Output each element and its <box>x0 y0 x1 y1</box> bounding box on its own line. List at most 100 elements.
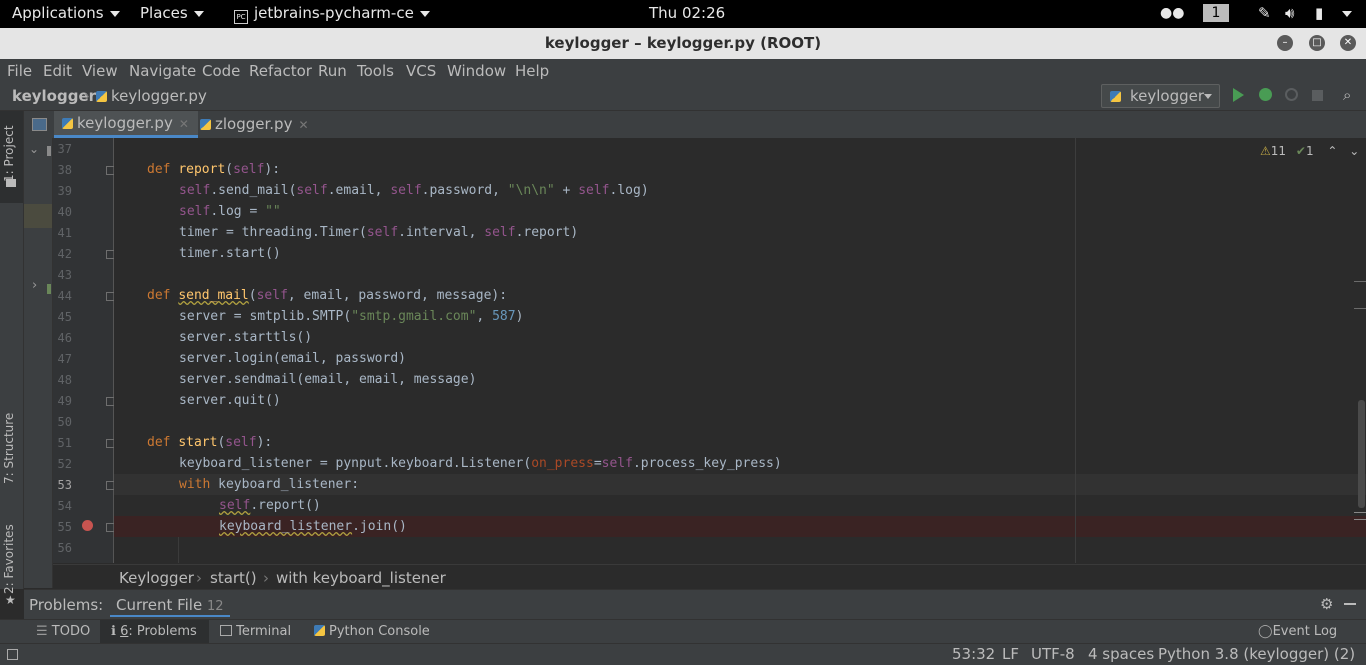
volume-icon[interactable]: 🔊︎ <box>1285 4 1294 22</box>
line-number: 37 <box>57 142 72 156</box>
minimize-button[interactable]: – <box>1277 35 1293 51</box>
system-menu[interactable] <box>1336 4 1352 22</box>
run-config-label: keylogger <box>1130 87 1205 105</box>
caret-position[interactable]: 53:32 <box>952 645 995 663</box>
tab-favorites[interactable]: 2: Favorites <box>2 519 22 599</box>
python-interpreter[interactable]: Python 3.8 (keylogger) (2) <box>1158 645 1355 663</box>
tab-keylogger-py[interactable]: keylogger.py ✕ <box>54 111 198 138</box>
app-menu[interactable]: PC jetbrains-pycharm-ce <box>234 4 430 24</box>
nav-file[interactable]: keylogger.py <box>96 87 207 105</box>
app-name: jetbrains-pycharm-ce <box>254 4 414 22</box>
problems-tool-button[interactable]: ℹ 6: Problems <box>111 624 197 639</box>
code-line-39: self.send_mail(self.email, self.password… <box>179 180 649 201</box>
maximize-button[interactable]: □ <box>1309 35 1325 51</box>
tab-structure[interactable]: 7: Structure <box>2 411 22 486</box>
toggle-tool-windows-icon[interactable] <box>7 649 18 660</box>
code-line-41: timer = threading.Timer(self.interval, s… <box>179 222 578 243</box>
battery-icon[interactable]: ▮ <box>1315 4 1323 22</box>
token: , <box>476 309 493 324</box>
token: server.login(email, password) <box>179 351 406 366</box>
users-icon[interactable]: ●● <box>1160 5 1184 21</box>
crumb-with[interactable]: with keyboard_listener <box>276 569 446 587</box>
code-line-52: keyboard_listener = pynput.keyboard.List… <box>179 453 782 474</box>
search-icon[interactable]: ⌕ <box>1343 86 1351 104</box>
token: .log = <box>210 204 266 219</box>
menu-code[interactable]: Code <box>202 62 240 80</box>
tab-current-file[interactable]: Current File 12 <box>110 593 230 617</box>
token: timer = threading.Timer( <box>179 225 367 240</box>
line-number: 51 <box>57 436 72 450</box>
menu-file[interactable]: File <box>7 62 32 80</box>
event-log-tool-button[interactable]: ◯Event Log <box>1258 624 1337 639</box>
line-number: 55 <box>57 520 72 534</box>
tool-label: TODO <box>51 624 91 639</box>
menu-vcs[interactable]: VCS <box>406 62 436 80</box>
token: = <box>593 456 602 471</box>
project-view-icon[interactable] <box>32 118 47 131</box>
token: keyboard_listener: <box>218 477 360 492</box>
close-button[interactable]: ✕ <box>1340 35 1356 51</box>
applications-menu[interactable]: Applications <box>12 4 120 22</box>
line-number: 45 <box>57 310 72 324</box>
chevron-right-icon[interactable]: › <box>32 278 37 293</box>
tool-label: Python Console <box>329 624 430 639</box>
menu-help[interactable]: Help <box>515 62 549 80</box>
line-separator[interactable]: LF <box>1002 645 1019 663</box>
problems-panel-header: Problems: Current File 12 ⚙ <box>24 589 1366 620</box>
places-menu[interactable]: Places <box>140 4 204 22</box>
stop-icon[interactable] <box>1312 90 1323 101</box>
hide-panel-icon[interactable] <box>1344 603 1356 605</box>
code-line-51: def start(self): <box>147 432 272 453</box>
menu-window[interactable]: Window <box>447 62 506 80</box>
code-line-46: server.starttls() <box>179 327 312 348</box>
project-panel[interactable]: ⌄ › <box>24 138 53 588</box>
coverage-icon[interactable] <box>1285 88 1298 101</box>
debug-icon[interactable] <box>1259 88 1272 101</box>
terminal-tool-button[interactable]: Terminal <box>220 624 291 639</box>
token: self <box>179 204 211 219</box>
chevron-down-icon <box>419 10 430 17</box>
pen-icon[interactable]: ✎ <box>1258 4 1271 22</box>
code-line-55: keyboard_listener.join() <box>219 516 407 537</box>
gear-icon[interactable]: ⚙ <box>1320 595 1333 613</box>
tool-label: Terminal <box>236 624 292 639</box>
selected-row[interactable] <box>24 204 52 228</box>
menu-edit[interactable]: Edit <box>43 62 72 80</box>
token: "" <box>265 204 281 219</box>
tab-zlogger-py[interactable]: zlogger.py ✕ <box>198 111 320 138</box>
chevron-up-icon[interactable]: ⌃ <box>1327 144 1337 158</box>
close-icon[interactable]: ✕ <box>179 117 189 131</box>
menu-navigate[interactable]: Navigate <box>129 62 196 80</box>
indent-setting[interactable]: 4 spaces <box>1088 645 1154 663</box>
run-icon[interactable] <box>1233 88 1244 102</box>
todo-tool-button[interactable]: ☰ TODO <box>36 624 90 639</box>
workspace-indicator[interactable]: 1 <box>1203 4 1229 22</box>
python-icon <box>314 625 325 636</box>
menu-run[interactable]: Run <box>318 62 347 80</box>
file-encoding[interactable]: UTF-8 <box>1031 645 1075 663</box>
editor-scrollbar-thumb[interactable] <box>1358 400 1365 508</box>
token: .password, <box>421 183 508 198</box>
menu-bar: File Edit View Navigate Code Refactor Ru… <box>0 59 1366 83</box>
chevron-down-icon[interactable]: ⌄ <box>29 142 39 156</box>
code-line-44: def send_mail(self, email, password, mes… <box>147 285 507 306</box>
menu-tools[interactable]: Tools <box>357 62 394 80</box>
line-number: 40 <box>57 205 72 219</box>
inspection-widget[interactable]: ⚠11 ✔1 ⌃ ⌄ <box>1260 144 1359 158</box>
code-editor[interactable]: ⚠11 ✔1 ⌃ ⌄ def report(self): self.send_m… <box>114 138 1366 563</box>
token: def <box>147 435 179 450</box>
run-config-selector[interactable]: keylogger <box>1101 84 1220 108</box>
menu-refactor[interactable]: Refactor <box>249 62 312 80</box>
menu-view[interactable]: View <box>82 62 118 80</box>
breakpoint-icon[interactable] <box>82 520 93 531</box>
token: timer.start() <box>179 246 281 261</box>
close-icon[interactable]: ✕ <box>298 118 308 132</box>
python-console-tool-button[interactable]: Python Console <box>314 624 430 639</box>
token: server.quit() <box>179 393 281 408</box>
crumb-class[interactable]: Keylogger <box>119 569 194 587</box>
line-number: 48 <box>57 373 72 387</box>
chevron-down-icon[interactable]: ⌄ <box>1349 144 1359 158</box>
clock[interactable]: Thu 02:26 <box>649 4 725 22</box>
crumb-method[interactable]: start() <box>210 569 257 587</box>
folder-icon <box>47 146 51 156</box>
